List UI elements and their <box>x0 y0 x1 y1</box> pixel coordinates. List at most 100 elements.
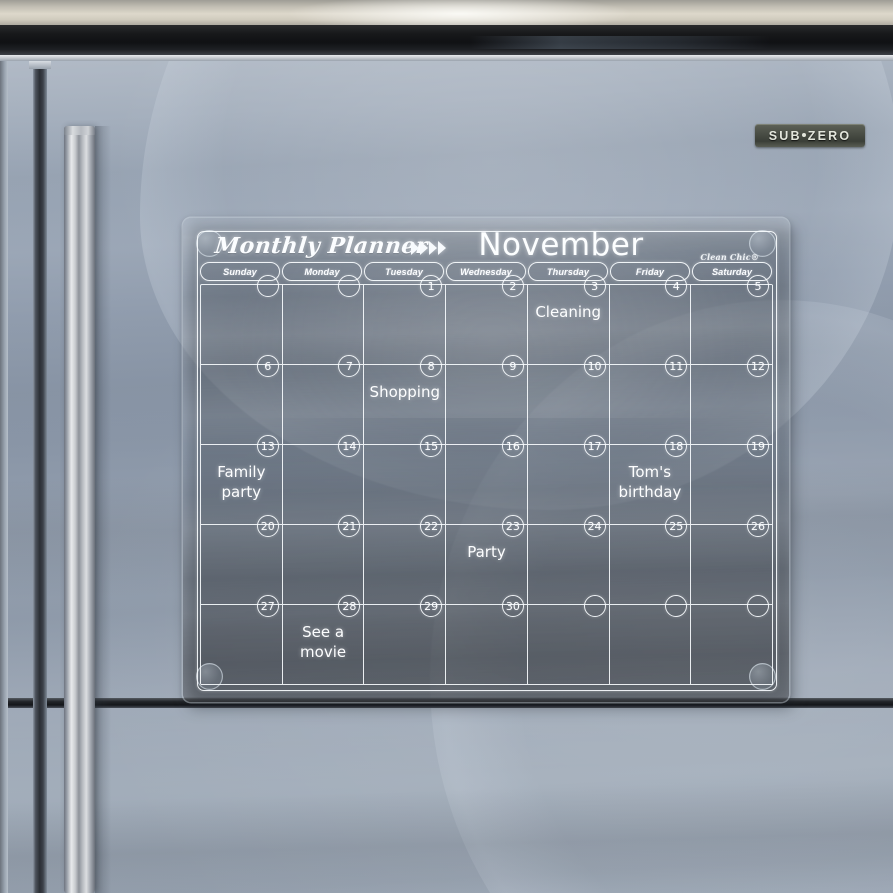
day-number: 11 <box>665 355 688 377</box>
weekday-label: Friday <box>635 266 665 277</box>
calendar-event-note[interactable]: Tom's birthday <box>610 462 691 503</box>
month-title: November <box>478 227 644 263</box>
calendar-cell-thursday-w4[interactable]: 24 <box>527 515 610 605</box>
day-number: 15 <box>420 435 443 457</box>
calendar-cell-wednesday-w3[interactable]: 16 <box>446 435 528 525</box>
calendar-cell-saturday-w1[interactable]: 5 <box>691 275 773 365</box>
calendar-cell-tuesday-w5[interactable]: 29 <box>364 595 447 685</box>
chevron-arrows-group <box>411 241 446 255</box>
calendar-cell-monday-w3[interactable]: 14 <box>282 435 365 525</box>
day-number: 10 <box>583 355 606 377</box>
day-number-placeholder <box>256 275 279 297</box>
calendar-cell-tuesday-w2[interactable]: 8 Shopping <box>364 355 447 445</box>
day-number-placeholder <box>665 595 688 617</box>
day-number: 22 <box>420 515 443 537</box>
day-number: 6 <box>256 355 279 377</box>
calendar-cell-sunday-w5[interactable]: 27 <box>201 595 283 685</box>
left-door-edge <box>0 61 8 893</box>
day-number: 7 <box>338 355 361 377</box>
chevron-right-icon <box>438 241 446 255</box>
door-top-highlight <box>0 55 893 61</box>
calendar-cell-saturday-w3[interactable]: 19 <box>691 435 773 525</box>
calendar-cell-friday-w1[interactable]: 4 <box>609 275 692 365</box>
calendar-cell-wednesday-w1[interactable]: 2 <box>446 275 528 365</box>
day-number: 27 <box>256 595 279 617</box>
calendar-cell-tuesday-w4[interactable]: 22 <box>364 515 447 605</box>
board-surface: Monthly Planner November Clean Chic® Sun… <box>183 218 789 702</box>
calendar-cell-monday-w1[interactable] <box>282 275 365 365</box>
calendar-cell-friday-w5[interactable] <box>609 595 692 685</box>
sub-zero-brand-badge: SUB ZERO <box>755 124 865 147</box>
upper-reveal-reflection <box>470 36 770 49</box>
calendar-cell-wednesday-w4[interactable]: 23 Party <box>446 515 528 605</box>
day-number: 23 <box>501 515 524 537</box>
calendar-event-note[interactable]: See a movie <box>283 622 364 663</box>
calendar-cell-friday-w4[interactable]: 25 <box>609 515 692 605</box>
calendar-event-note[interactable]: Party <box>446 542 527 562</box>
calendar-cell-friday-w3[interactable]: 18 Tom's birthday <box>609 435 692 525</box>
day-number: 29 <box>420 595 443 617</box>
day-number: 26 <box>747 515 769 537</box>
day-number-placeholder <box>338 275 361 297</box>
ceiling-light-glow <box>250 0 670 25</box>
calendar-cell-sunday-w4[interactable]: 20 <box>201 515 283 605</box>
refrigerator-handle[interactable] <box>64 126 95 893</box>
day-number: 30 <box>501 595 524 617</box>
calendar-cell-sunday-w1[interactable] <box>201 275 283 365</box>
calendar-event-note[interactable]: Shopping <box>364 382 445 402</box>
calendar-cell-saturday-w2[interactable]: 12 <box>691 355 773 445</box>
calendar-cell-tuesday-w1[interactable]: 1 <box>364 275 447 365</box>
calendar-cell-saturday-w4[interactable]: 26 <box>691 515 773 605</box>
chevron-right-icon <box>411 241 419 255</box>
chevron-right-icon <box>429 241 437 255</box>
badge-label-sub: SUB <box>768 128 802 143</box>
planner-script-title: Monthly Planner <box>213 233 430 259</box>
weekday-header-row: Sunday Monday Tuesday Wednesday Thursday… <box>200 262 772 281</box>
door-seam-gap <box>33 61 47 893</box>
handle-cast-shadow <box>95 126 111 893</box>
day-number: 13 <box>256 435 279 457</box>
day-number: 20 <box>256 515 279 537</box>
calendar-cell-saturday-w5[interactable] <box>691 595 773 685</box>
calendar-event-note[interactable]: Cleaning <box>528 302 609 322</box>
calendar-cell-tuesday-w3[interactable]: 15 <box>364 435 447 525</box>
calendar-cell-monday-w5[interactable]: 28 See a movie <box>282 595 365 685</box>
acrylic-planner-board[interactable]: Monthly Planner November Clean Chic® Sun… <box>183 218 794 709</box>
kitchen-scene: SUB ZERO Monthly Planner November Clean … <box>0 0 893 893</box>
calendar-cell-sunday-w3[interactable]: 13 Family party <box>201 435 283 525</box>
day-number: 16 <box>501 435 524 457</box>
calendar-cell-wednesday-w2[interactable]: 9 <box>446 355 528 445</box>
day-number: 2 <box>501 275 524 297</box>
day-number: 12 <box>747 355 769 377</box>
door-seam-top-cap <box>29 61 51 69</box>
day-number: 25 <box>665 515 688 537</box>
calendar-cell-sunday-w2[interactable]: 6 <box>201 355 283 445</box>
day-number: 19 <box>747 435 769 457</box>
day-number: 24 <box>583 515 606 537</box>
day-number: 5 <box>747 275 769 297</box>
badge-label: SUB ZERO <box>769 129 852 143</box>
day-number: 4 <box>665 275 688 297</box>
calendar-cell-monday-w4[interactable]: 21 <box>282 515 365 605</box>
calendar-cell-thursday-w2[interactable]: 10 <box>527 355 610 445</box>
calendar-grid: 1 2 3 Cleaning 4 5 6 7 8 Shopping 9 10 11 12 13 Family … <box>200 275 773 685</box>
chevron-right-icon <box>420 241 428 255</box>
board-brand-mark: Clean Chic® <box>700 252 759 262</box>
day-number: 21 <box>338 515 361 537</box>
calendar-cell-wednesday-w5[interactable]: 30 <box>446 595 528 685</box>
day-number: 28 <box>338 595 361 617</box>
calendar-cell-thursday-w3[interactable]: 17 <box>527 435 610 525</box>
day-number: 17 <box>583 435 606 457</box>
weekday-label: Thursday <box>546 266 590 277</box>
calendar-event-note[interactable]: Family party <box>201 462 282 503</box>
day-number: 14 <box>338 435 361 457</box>
weekday-label: Wednesday <box>460 266 512 277</box>
day-number: 9 <box>501 355 524 377</box>
calendar-cell-thursday-w5[interactable] <box>527 595 610 685</box>
handle-top-cap <box>64 126 95 135</box>
calendar-cell-thursday-w1[interactable]: 3 Cleaning <box>527 275 610 365</box>
day-number: 18 <box>665 435 688 457</box>
weekday-label: Tuesday <box>385 266 423 277</box>
calendar-cell-friday-w2[interactable]: 11 <box>609 355 692 445</box>
calendar-cell-monday-w2[interactable]: 7 <box>282 355 365 445</box>
